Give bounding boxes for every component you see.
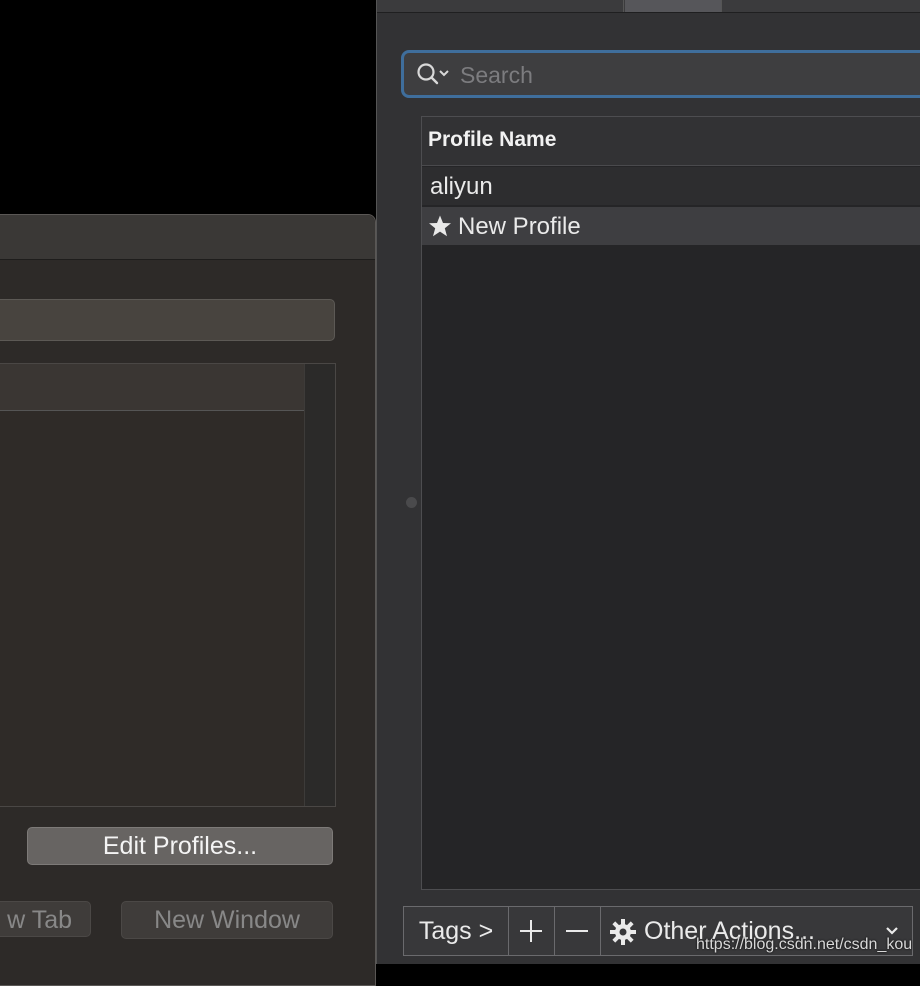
profile-list: Profile Name aliyun New Profile <box>421 116 920 890</box>
preferences-profiles-panel: Search Profile Name aliyun New Profile T… <box>376 0 920 964</box>
splitter-handle[interactable] <box>406 497 417 508</box>
search-placeholder: Search <box>460 62 533 88</box>
table-header <box>0 364 335 411</box>
profiles-window: Edit Profiles... w Tab New Window <box>0 214 376 986</box>
profile-search-input[interactable]: Search <box>401 50 920 98</box>
preferences-tab-bar <box>377 0 920 13</box>
tab-profiles[interactable] <box>625 0 721 12</box>
search-icon[interactable] <box>416 61 452 87</box>
profile-name: New Profile <box>458 213 581 240</box>
profiles-search-input[interactable] <box>0 299 335 341</box>
minus-icon <box>566 930 588 932</box>
tab-separator <box>721 0 722 12</box>
profile-name-column-header[interactable]: Profile Name <box>422 117 920 166</box>
star-icon <box>429 215 451 237</box>
edit-profiles-button[interactable]: Edit Profiles... <box>27 827 333 865</box>
window-titlebar <box>0 215 375 260</box>
add-profile-button[interactable] <box>508 907 555 955</box>
profile-row-new-profile[interactable]: New Profile <box>422 207 920 245</box>
new-window-button[interactable]: New Window <box>121 901 333 939</box>
new-tab-button[interactable]: w Tab <box>0 901 91 937</box>
plus-icon <box>520 920 542 942</box>
scrollbar[interactable] <box>304 364 335 806</box>
tags-toggle-button[interactable]: Tags > <box>404 907 509 955</box>
profile-name: aliyun <box>430 173 493 200</box>
watermark-text: https://blog.csdn.net/csdn_kou <box>696 936 913 953</box>
column-header-label: Profile Name <box>428 128 557 151</box>
tab-separator <box>623 0 624 12</box>
profile-row-aliyun[interactable]: aliyun <box>422 167 920 205</box>
remove-profile-button[interactable] <box>554 907 601 955</box>
profiles-list-table <box>0 363 336 807</box>
gear-icon <box>610 919 636 945</box>
